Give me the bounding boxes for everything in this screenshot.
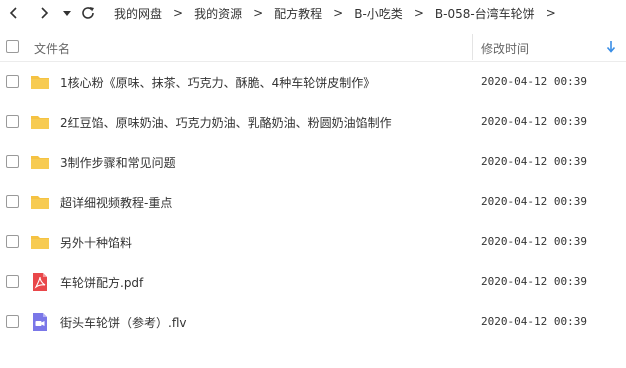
row-checkbox[interactable] [6, 75, 19, 88]
folder-icon [31, 76, 49, 89]
breadcrumb-separator: > [413, 6, 424, 20]
breadcrumb-item[interactable]: 我的资源 [190, 5, 246, 22]
forward-button[interactable] [34, 3, 54, 23]
modified-time: 2020-04-12 00:39 [481, 155, 587, 168]
folder-icon [31, 236, 49, 249]
row-checkbox[interactable] [6, 275, 19, 288]
breadcrumb-separator: > [253, 6, 264, 20]
modified-time: 2020-04-12 00:39 [481, 195, 587, 208]
pdf-icon [33, 273, 47, 291]
modified-time: 2020-04-12 00:39 [481, 275, 587, 288]
refresh-button[interactable] [78, 3, 98, 23]
chevron-left-icon [9, 7, 17, 19]
breadcrumb-item-current[interactable]: B-058-台湾车轮饼 [431, 5, 539, 22]
file-row[interactable]: 1核心粉《原味、抹茶、巧克力、酥脆、4种车轮饼皮制作》 2020-04-12 0… [0, 62, 626, 102]
modified-time: 2020-04-12 00:39 [481, 75, 587, 88]
row-checkbox[interactable] [6, 195, 19, 208]
column-header-modified[interactable]: 修改时间 [481, 40, 529, 57]
folder-icon [31, 196, 49, 209]
file-row[interactable]: 2红豆馅、原味奶油、巧克力奶油、乳酪奶油、粉圆奶油馅制作 2020-04-12 … [0, 102, 626, 142]
toolbar: 我的网盘 > 我的资源 > 配方教程 > B-小吃类 > B-058-台湾车轮饼… [0, 0, 626, 26]
file-row[interactable]: 超详细视频教程-重点 2020-04-12 00:39 [0, 182, 626, 222]
file-name[interactable]: 另外十种馅料 [60, 234, 132, 251]
history-dropdown-button[interactable] [60, 3, 74, 23]
caret-down-icon [63, 11, 71, 16]
file-name[interactable]: 超详细视频教程-重点 [60, 194, 172, 211]
file-list-header: 文件名 修改时间 [0, 32, 626, 62]
file-name[interactable]: 街头车轮饼（参考）.flv [60, 314, 186, 331]
chevron-right-icon [41, 7, 49, 19]
row-checkbox[interactable] [6, 115, 19, 128]
file-name[interactable]: 2红豆馅、原味奶油、巧克力奶油、乳酪奶油、粉圆奶油馅制作 [60, 114, 392, 131]
row-checkbox[interactable] [6, 155, 19, 168]
breadcrumb-item[interactable]: B-小吃类 [350, 5, 407, 22]
folder-icon [31, 156, 49, 169]
video-file-icon [33, 313, 47, 331]
file-name[interactable]: 车轮饼配方.pdf [60, 274, 143, 291]
back-button[interactable] [4, 3, 24, 23]
modified-time: 2020-04-12 00:39 [481, 235, 587, 248]
refresh-icon [82, 7, 94, 19]
row-checkbox[interactable] [6, 235, 19, 248]
select-all-checkbox[interactable] [6, 40, 19, 53]
file-row[interactable]: 另外十种馅料 2020-04-12 00:39 [0, 222, 626, 262]
file-name[interactable]: 1核心粉《原味、抹茶、巧克力、酥脆、4种车轮饼皮制作》 [60, 74, 375, 91]
breadcrumb-item[interactable]: 配方教程 [270, 5, 326, 22]
column-header-name[interactable]: 文件名 [34, 40, 70, 57]
modified-time: 2020-04-12 00:39 [481, 315, 587, 328]
breadcrumb-separator: > [545, 6, 556, 20]
file-row[interactable]: 3制作步骤和常见问题 2020-04-12 00:39 [0, 142, 626, 182]
breadcrumb-separator: > [173, 6, 184, 20]
file-row[interactable]: 街头车轮饼（参考）.flv 2020-04-12 00:39 [0, 302, 626, 342]
breadcrumb-item[interactable]: 我的网盘 [110, 5, 166, 22]
row-checkbox[interactable] [6, 315, 19, 328]
column-divider[interactable] [472, 34, 473, 60]
breadcrumb-separator: > [333, 6, 344, 20]
file-name[interactable]: 3制作步骤和常见问题 [60, 154, 176, 171]
sort-down-arrow-icon[interactable] [606, 40, 616, 54]
folder-icon [31, 116, 49, 129]
file-row[interactable]: 车轮饼配方.pdf 2020-04-12 00:39 [0, 262, 626, 302]
breadcrumb: 我的网盘 > 我的资源 > 配方教程 > B-小吃类 > B-058-台湾车轮饼… [110, 0, 563, 26]
modified-time: 2020-04-12 00:39 [481, 115, 587, 128]
